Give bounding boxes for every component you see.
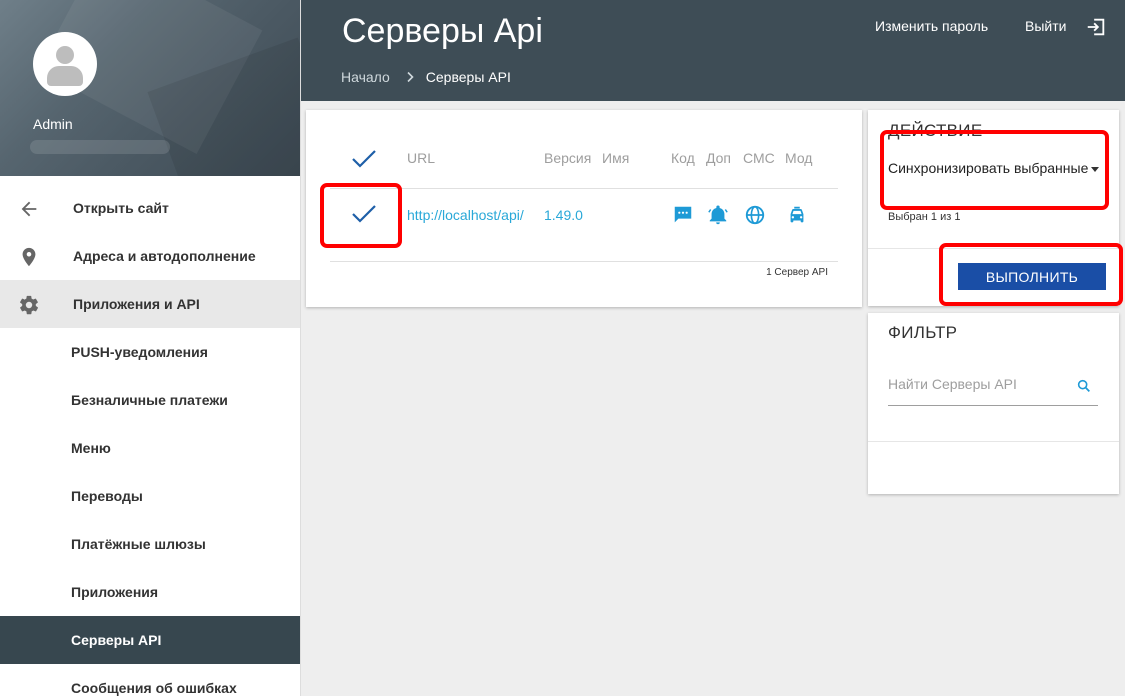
sidebar-item-error-messages[interactable]: Сообщения об ошибках	[0, 664, 300, 696]
sidebar-item-applications[interactable]: Приложения	[0, 568, 300, 616]
sidebar-item-addresses[interactable]: Адреса и автодополнение	[0, 232, 300, 280]
breadcrumb-home[interactable]: Начало	[341, 69, 390, 85]
column-header-code: Код	[671, 150, 695, 166]
search-input[interactable]	[888, 371, 1076, 397]
sidebar-item-label: Серверы API	[71, 632, 162, 648]
sidebar-item-open-site[interactable]: Открыть сайт	[0, 184, 300, 232]
sidebar-item-label: Адреса и автодополнение	[73, 248, 256, 264]
sidebar-item-payment-gateways[interactable]: Платёжные шлюзы	[0, 520, 300, 568]
logout-link[interactable]: Выйти	[1025, 18, 1066, 34]
filter-title: ФИЛЬТР	[888, 323, 958, 342]
sidebar-item-label: Переводы	[71, 488, 143, 504]
avatar[interactable]	[33, 32, 97, 96]
sidebar-item-api-servers[interactable]: Серверы API	[0, 616, 300, 664]
sidebar-item-apps-api[interactable]: Приложения и API	[0, 280, 300, 328]
sidebar-item-label: Безналичные платежи	[71, 392, 228, 408]
sidebar-item-label: Приложения и API	[73, 296, 200, 312]
globe-icon	[745, 205, 765, 225]
sidebar-item-translations[interactable]: Переводы	[0, 472, 300, 520]
gear-icon	[20, 295, 38, 315]
search-icon[interactable]	[1076, 378, 1092, 394]
column-header-url[interactable]: URL	[407, 150, 435, 166]
page-title: Серверы Api	[342, 12, 543, 50]
profile-subtitle-placeholder	[30, 140, 170, 154]
column-header-extra: Доп	[706, 150, 732, 166]
bell-icon	[708, 205, 728, 225]
table-divider	[330, 188, 838, 189]
filter-card: ФИЛЬТР	[868, 313, 1119, 494]
select-all-checkbox[interactable]	[351, 148, 377, 170]
highlight-box	[880, 130, 1109, 210]
action-card: ДЕЙСТВИЕ Синхронизировать выбранные Выбр…	[868, 110, 1123, 306]
column-header-version[interactable]: Версия	[544, 150, 591, 166]
chevron-right-icon	[407, 71, 414, 83]
change-password-link[interactable]: Изменить пароль	[875, 18, 988, 34]
profile-panel: Admin	[0, 0, 300, 176]
sms-icon	[674, 206, 692, 223]
sidebar-item-push[interactable]: PUSH-уведомления	[0, 328, 300, 376]
sidebar-item-menu[interactable]: Меню	[0, 424, 300, 472]
api-servers-table-card: URL Версия Имя Код Доп СМС Мод http://lo…	[306, 110, 862, 307]
table-divider	[330, 261, 838, 262]
sidebar: Admin Открыть сайт Адреса и автодополнен…	[0, 0, 301, 696]
sidebar-nav: Открыть сайт Адреса и автодополнение При…	[0, 184, 300, 696]
sidebar-item-label: Сообщения об ошибках	[71, 680, 237, 696]
header: Серверы Api Начало Серверы API Изменить …	[301, 0, 1125, 101]
column-header-mod: Мод	[785, 150, 813, 166]
column-header-sms: СМС	[743, 150, 775, 166]
row-version: 1.49.0	[544, 207, 583, 223]
sidebar-item-label: Открыть сайт	[73, 200, 169, 216]
row-checkbox[interactable]	[351, 203, 377, 225]
sidebar-item-label: Приложения	[71, 584, 159, 600]
execute-button[interactable]: ВЫПОЛНИТЬ	[958, 263, 1106, 290]
sidebar-item-label: Платёжные шлюзы	[71, 536, 206, 552]
taxi-icon	[790, 206, 804, 223]
map-pin-icon	[22, 247, 36, 267]
logout-icon[interactable]	[1085, 16, 1107, 38]
username: Admin	[33, 116, 73, 132]
breadcrumb-current: Серверы API	[425, 69, 511, 85]
column-header-name[interactable]: Имя	[602, 150, 629, 166]
row-url-link[interactable]: http://localhost/api/	[407, 207, 524, 223]
table-footer-count: 1 Сервер API	[766, 267, 828, 278]
sidebar-item-label: PUSH-уведомления	[71, 344, 208, 360]
sidebar-item-label: Меню	[71, 440, 111, 456]
avatar-body	[47, 66, 83, 86]
sidebar-item-cashless-payments[interactable]: Безналичные платежи	[0, 376, 300, 424]
selection-count: Выбран 1 из 1	[888, 211, 961, 223]
divider	[868, 441, 1119, 442]
search-underline	[888, 405, 1098, 406]
arrow-left-icon	[21, 201, 37, 217]
breadcrumb: Начало Серверы API	[341, 69, 511, 85]
avatar-head	[56, 46, 74, 64]
